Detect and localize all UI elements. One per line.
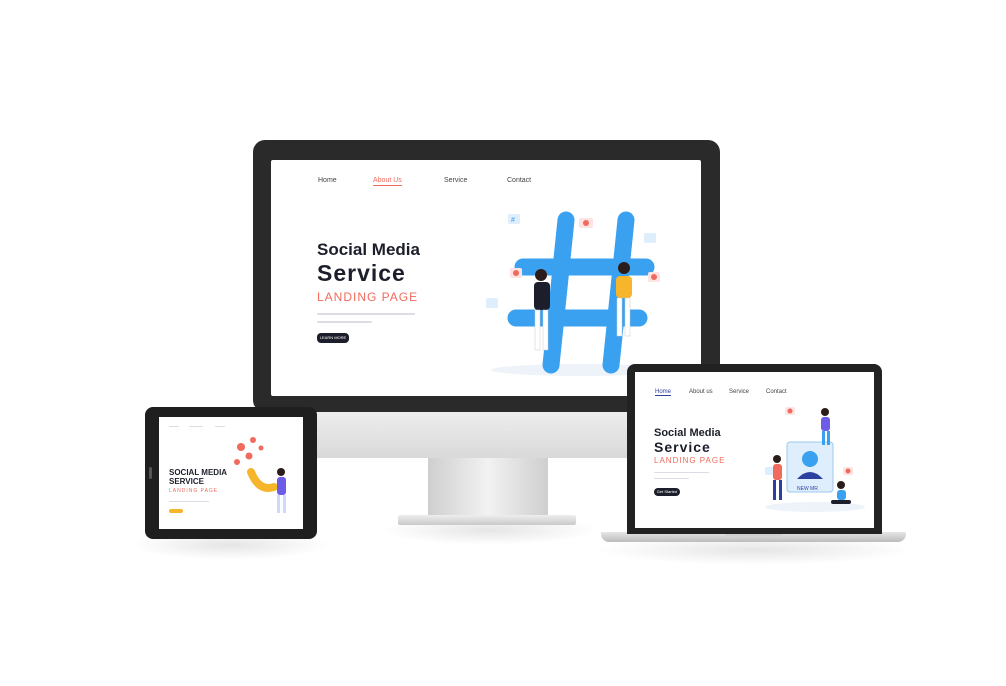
chat-bubble-icon [486,298,498,308]
man-figure-right [831,481,851,504]
text-placeholder-line [317,321,372,323]
nav-service[interactable]: Service [444,177,467,184]
nav-placeholder [169,426,179,427]
tablet-home-button [149,467,152,479]
get-started-button[interactable]: Get Started [654,488,680,496]
monitor-stand-base [398,515,576,525]
hero-subtitle: LANDING PAGE [317,290,419,304]
heart-icon [785,407,795,415]
heart-icon [510,268,522,278]
nav-placeholder [215,426,225,427]
hero-title-service: Service [654,439,711,455]
heart-icon [234,437,264,465]
monitor-stand-neck [428,458,548,518]
tablet-subtitle: LANDING PAGE [169,488,219,494]
hero-title: Social Media [317,240,420,259]
profile-illustration: NEW MR [765,407,865,512]
nav-home[interactable]: Home [655,389,672,396]
heart-icon [843,467,853,475]
tablet-title: SOCIAL MEDIA [169,468,228,477]
text-placeholder-line [317,313,415,315]
hero-subtitle: LANDING PAGE [654,456,726,465]
text-placeholder-line [654,472,709,473]
learn-more-button[interactable]: LEARN MORE [317,333,349,343]
tablet-device: SOCIAL MEDIA SERVICE LANDING PAGE [145,407,317,539]
nav-service[interactable]: Service [729,389,749,395]
woman-figure-top [821,408,830,445]
magnet-illustration [234,437,286,513]
woman-figure-left [773,455,782,500]
monitor-screen: Home About Us Service Contact Social Med… [271,160,701,396]
tablet-cta-button[interactable] [169,509,183,513]
hero-title: Social Media [654,427,721,439]
tablet-title-service: SERVICE [169,477,204,486]
nav-contact[interactable]: Contact [766,389,787,395]
woman-figure [277,468,286,513]
man-figure [534,269,550,351]
nav-home[interactable]: Home [318,177,337,184]
hero-title-service: Service [317,260,406,286]
laptop-screen: Home About us Service Contact Social Med… [635,372,874,528]
nav-about-us[interactable]: About Us [373,177,402,186]
nav-contact[interactable]: Contact [507,177,531,184]
nav-about-us[interactable]: About us [689,389,713,395]
card-caption: NEW MR [797,486,818,492]
tablet-screen: SOCIAL MEDIA SERVICE LANDING PAGE [159,417,303,529]
nav-placeholder [189,426,203,427]
chat-bubble-icon [644,233,656,243]
chat-bubble-icon: # [508,214,520,224]
laptop-device: Home About us Service Contact Social Med… [627,364,882,534]
magnet-icon [247,468,278,492]
svg-text:#: # [511,217,515,224]
user-card-icon [786,441,834,493]
text-placeholder-line [654,478,689,479]
hashtag-illustration: # [486,211,671,376]
text-placeholder-line [169,501,209,502]
heart-icon [648,272,660,282]
heart-icon [579,218,593,228]
